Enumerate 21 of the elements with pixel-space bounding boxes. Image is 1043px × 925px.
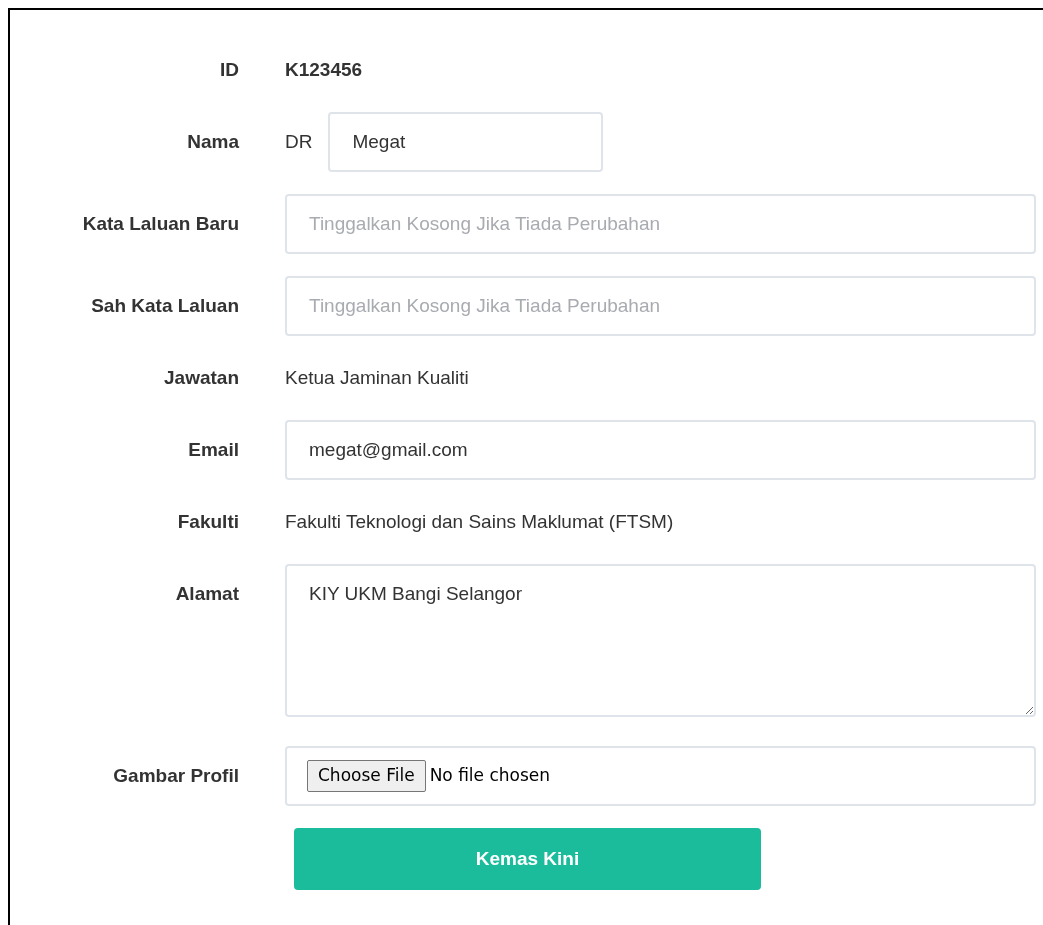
title-prefix: DR — [285, 129, 313, 154]
field-label: ID — [219, 57, 239, 82]
address-field[interactable]: KIY UKM Bangi Selangor — [285, 564, 1036, 717]
field-value: Fakulti Teknologi dan Sains Maklumat (FTSM) — [285, 509, 674, 534]
field-label: Fakulti — [176, 509, 239, 534]
field-label: Sah Kata Laluan — [90, 293, 239, 318]
file-field[interactable]: Choose File No file chosen — [285, 746, 1036, 806]
field-label: Nama — [186, 129, 239, 154]
file-status: No file chosen — [429, 764, 551, 788]
input-field[interactable]: Tinggalkan Kosong Jika Tiada Perubahan — [285, 276, 1036, 336]
field-label: Gambar Profil — [112, 763, 239, 788]
field-label: Alamat — [174, 582, 239, 606]
choose-file-button[interactable]: Choose File — [307, 760, 426, 792]
field-value: K123456 — [285, 57, 363, 82]
input-field[interactable]: Tinggalkan Kosong Jika Tiada Perubahan — [285, 194, 1036, 254]
field-label: Kata Laluan Baru — [81, 211, 239, 236]
field-label: Email — [187, 437, 239, 462]
field-label: Jawatan — [163, 365, 239, 390]
input-field[interactable]: megat@gmail.com — [285, 420, 1036, 480]
name-field[interactable]: Megat — [328, 112, 604, 172]
field-value: Ketua Jaminan Kualiti — [285, 365, 469, 390]
